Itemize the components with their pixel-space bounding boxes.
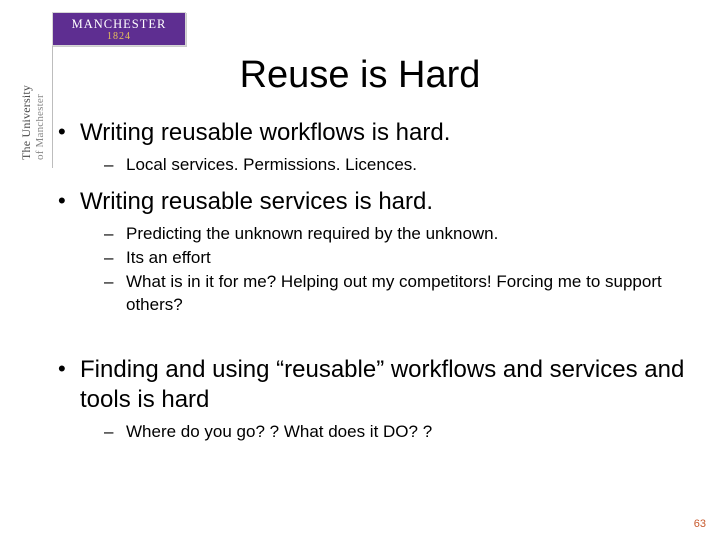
sub-item: Local services. Permissions. Licences. [104,154,690,177]
sub-item: Where do you go? ? What does it DO? ? [104,421,690,444]
bullet-text: Writing reusable workflows is hard. [80,119,450,146]
sub-item: Its an effort [104,247,690,270]
logo-line1: MANCHESTER [72,17,167,32]
sub-text: Local services. Permissions. Licences. [126,155,417,174]
bullet-item: Writing reusable workflows is hard. Loca… [56,118,690,177]
sub-text: Its an effort [126,248,211,267]
sub-text: Predicting the unknown required by the u… [126,224,498,243]
sub-item: What is in it for me? Helping out my com… [104,271,690,317]
spacer [56,327,690,355]
manchester-logo: MANCHESTER 1824 [52,12,186,46]
sidebar-line2: of Manchester [34,94,46,160]
slide: The University of Manchester MANCHESTER … [0,0,720,540]
slide-title: Reuse is Hard [0,54,720,97]
bullet-list-1: Writing reusable workflows is hard. Loca… [56,118,690,317]
sub-text: What is in it for me? Helping out my com… [126,272,662,314]
bullet-list-2: Finding and using “reusable” workflows a… [56,355,690,444]
sub-item: Predicting the unknown required by the u… [104,223,690,246]
bullet-item: Writing reusable services is hard. Predi… [56,187,690,317]
page-number: 63 [694,518,706,530]
bullet-text: Writing reusable services is hard. [80,188,433,215]
sub-text: Where do you go? ? What does it DO? ? [126,422,432,441]
logo-line2: 1824 [107,31,131,42]
bullet-text: Finding and using “reusable” workflows a… [80,356,684,413]
bullet-item: Finding and using “reusable” workflows a… [56,355,690,444]
sub-list: Local services. Permissions. Licences. [80,154,690,177]
slide-content: Writing reusable workflows is hard. Loca… [56,118,690,454]
sub-list: Predicting the unknown required by the u… [80,223,690,317]
sub-list: Where do you go? ? What does it DO? ? [80,421,690,444]
